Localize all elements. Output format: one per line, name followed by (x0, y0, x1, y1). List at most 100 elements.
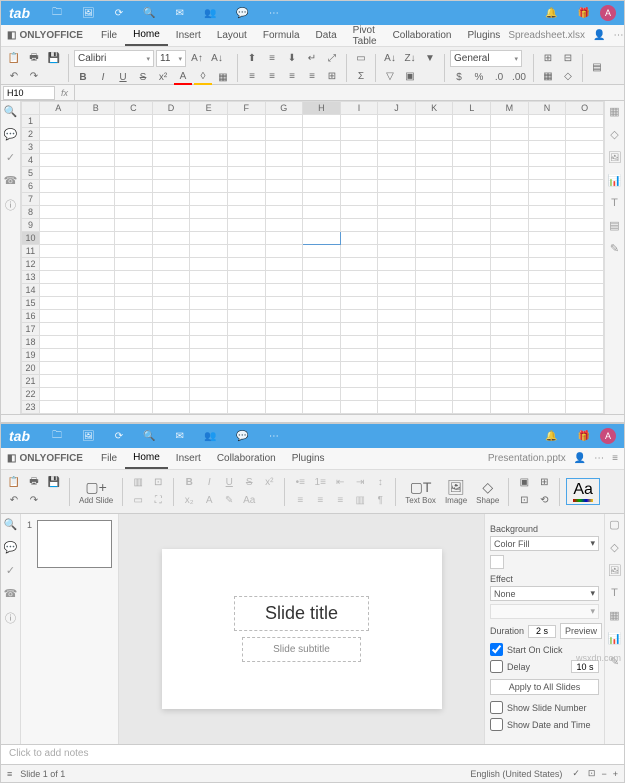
cell[interactable] (227, 219, 265, 232)
cell[interactable] (265, 401, 303, 414)
font-color-icon[interactable]: A (174, 69, 192, 85)
cell[interactable] (303, 297, 341, 310)
cell[interactable] (39, 271, 77, 284)
cell[interactable] (227, 284, 265, 297)
row-header[interactable]: 18 (22, 336, 40, 349)
print-icon[interactable]: 🖶 (25, 475, 43, 491)
menu-data[interactable]: Data (308, 26, 345, 45)
cell[interactable] (227, 388, 265, 401)
cell[interactable] (115, 284, 153, 297)
row-header[interactable]: 1 (22, 115, 40, 128)
cell[interactable] (190, 284, 228, 297)
cell[interactable] (566, 388, 604, 401)
cell[interactable] (265, 297, 303, 310)
cell[interactable] (378, 167, 416, 180)
shape-settings-icon[interactable]: ◇ (610, 128, 618, 141)
cell[interactable] (566, 271, 604, 284)
cell[interactable] (378, 141, 416, 154)
image-settings-icon[interactable]: 🖼 (608, 564, 622, 577)
cell[interactable] (491, 401, 529, 414)
align-left-icon[interactable]: ≡ (243, 69, 261, 85)
cell[interactable] (152, 362, 190, 375)
zoom-in-icon[interactable]: + (613, 769, 618, 779)
cell[interactable] (378, 232, 416, 245)
cell[interactable] (491, 258, 529, 271)
cell[interactable] (190, 245, 228, 258)
grow-font-icon[interactable]: A↑ (188, 50, 206, 66)
undo-icon[interactable]: ↶ (5, 493, 23, 509)
cell[interactable] (415, 154, 453, 167)
cell[interactable] (528, 310, 566, 323)
cell[interactable] (152, 401, 190, 414)
search-icon[interactable]: 🔍 (143, 431, 155, 442)
show-number-checkbox[interactable] (490, 701, 503, 714)
people-icon[interactable]: 👥 (204, 8, 216, 19)
cell[interactable] (265, 310, 303, 323)
cell[interactable] (115, 310, 153, 323)
wrap-icon[interactable]: ↵ (303, 51, 321, 67)
cell[interactable] (566, 323, 604, 336)
cell[interactable] (340, 219, 378, 232)
background-select[interactable]: Color Fill▾ (490, 536, 599, 551)
cell[interactable] (77, 180, 115, 193)
cell[interactable] (453, 310, 491, 323)
user-icon[interactable]: 👤 (574, 453, 586, 464)
cell[interactable] (265, 115, 303, 128)
col-header[interactable]: I (340, 102, 378, 115)
cell-name-input[interactable] (3, 86, 55, 100)
cell[interactable] (528, 232, 566, 245)
cell[interactable] (378, 206, 416, 219)
fit-icon[interactable]: ⊡ (588, 768, 596, 779)
cell[interactable] (265, 206, 303, 219)
cell[interactable] (566, 245, 604, 258)
cell[interactable] (491, 336, 529, 349)
cell[interactable] (227, 232, 265, 245)
grid[interactable]: ABCDEFGHIJKLMNO1234567891011121314151617… (21, 101, 604, 414)
cell[interactable] (415, 245, 453, 258)
cell[interactable] (227, 193, 265, 206)
cell[interactable] (39, 375, 77, 388)
about-panel-icon[interactable]: ⓘ (5, 610, 16, 626)
cell[interactable] (190, 180, 228, 193)
cell[interactable] (190, 271, 228, 284)
named-range-icon[interactable]: ▭ (352, 51, 370, 67)
cell[interactable] (227, 206, 265, 219)
cell[interactable] (378, 297, 416, 310)
cell[interactable] (566, 349, 604, 362)
cell[interactable] (115, 180, 153, 193)
image-button[interactable]: 🖼Image (442, 478, 470, 505)
font-name-combo[interactable]: Calibri▾ (74, 50, 154, 67)
cell[interactable] (190, 349, 228, 362)
col-header[interactable]: E (190, 102, 228, 115)
row-header[interactable]: 3 (22, 141, 40, 154)
cell[interactable] (152, 336, 190, 349)
align-bot-icon[interactable]: ⬇ (283, 51, 301, 67)
percent-icon[interactable]: % (470, 69, 488, 85)
subtitle-placeholder[interactable]: Slide subtitle (242, 637, 361, 662)
slide-canvas[interactable]: Slide title Slide subtitle (119, 514, 484, 744)
apply-all-button[interactable]: Apply to All Slides (490, 679, 599, 695)
cell[interactable] (340, 258, 378, 271)
row-header[interactable]: 5 (22, 167, 40, 180)
cell[interactable] (303, 128, 341, 141)
cell[interactable] (190, 375, 228, 388)
cell[interactable] (115, 219, 153, 232)
cell[interactable] (491, 284, 529, 297)
cell[interactable] (340, 193, 378, 206)
cell[interactable] (378, 115, 416, 128)
cell[interactable] (566, 297, 604, 310)
find-icon[interactable]: ⋯ (594, 453, 604, 464)
align-mid-icon[interactable]: ≡ (263, 51, 281, 67)
cell[interactable] (227, 245, 265, 258)
table-settings-icon[interactable]: ▦ (609, 609, 619, 622)
cell[interactable] (566, 206, 604, 219)
cell[interactable] (415, 115, 453, 128)
cell[interactable] (303, 206, 341, 219)
cell[interactable] (340, 206, 378, 219)
cell[interactable] (39, 258, 77, 271)
menu-insert[interactable]: Insert (168, 26, 209, 45)
sheet-tabs[interactable] (1, 414, 624, 422)
col-header[interactable]: D (152, 102, 190, 115)
avatar[interactable]: A (600, 5, 616, 21)
cell[interactable] (115, 401, 153, 414)
